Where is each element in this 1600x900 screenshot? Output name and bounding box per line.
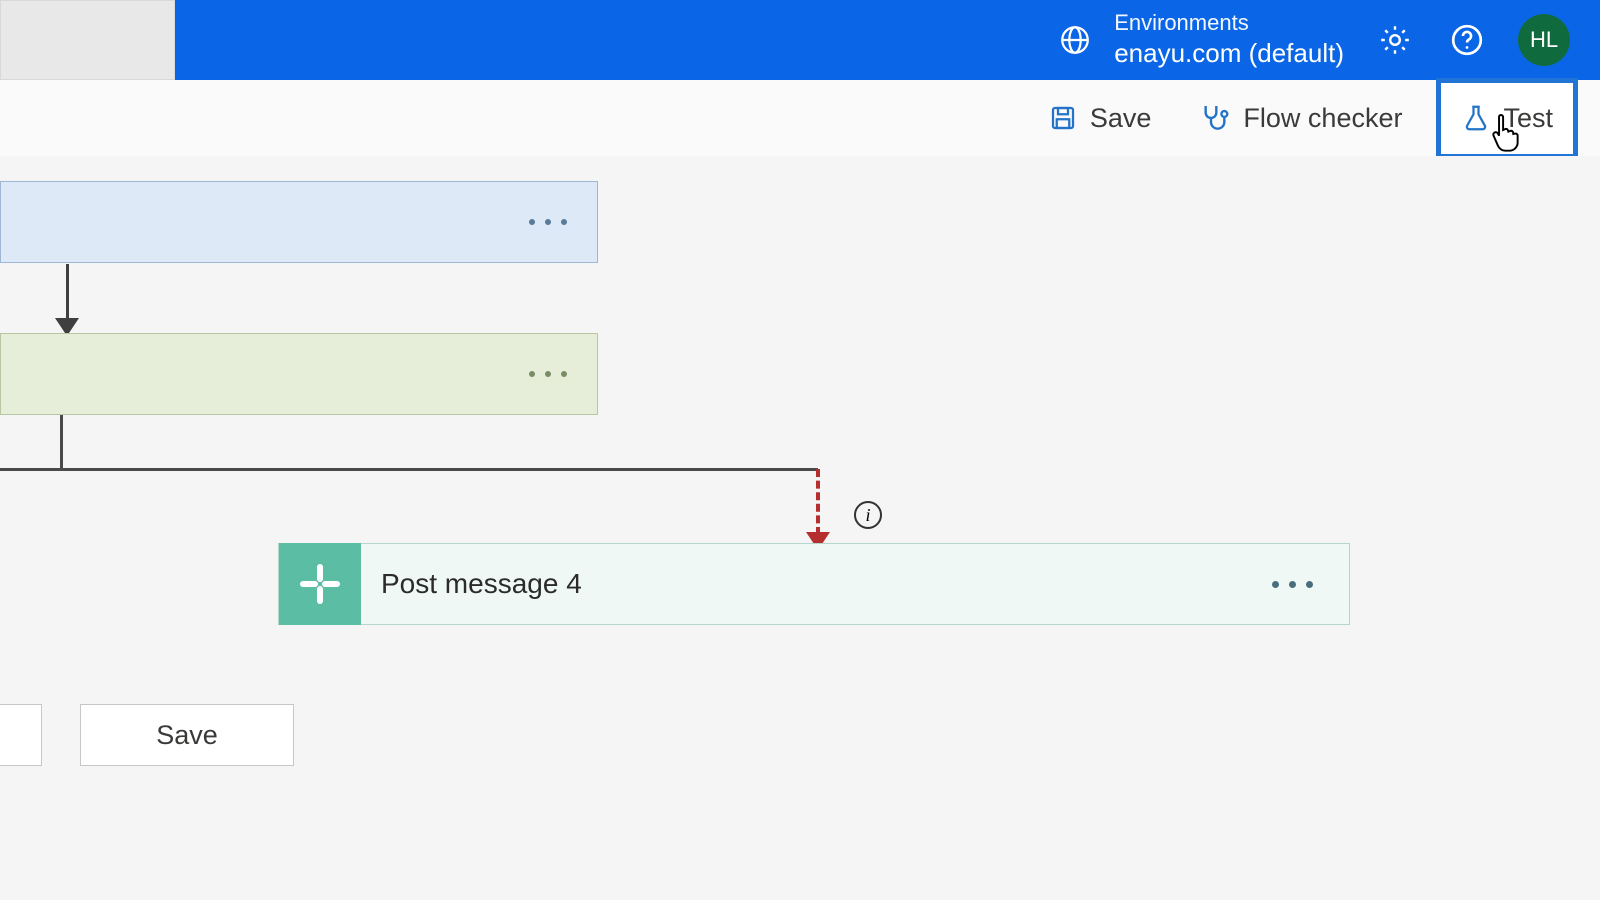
- action-title: Post message 4: [381, 568, 1272, 600]
- gear-icon[interactable]: [1374, 19, 1416, 61]
- ellipsis-icon[interactable]: [1272, 581, 1313, 588]
- connector-dashed-line: [816, 469, 820, 535]
- partial-button[interactable]: [0, 704, 42, 766]
- save-button[interactable]: Save: [1034, 93, 1166, 144]
- footer-actions: Save: [0, 704, 294, 766]
- info-icon[interactable]: i: [854, 501, 882, 529]
- flow-action-card[interactable]: Post message 4: [278, 543, 1350, 625]
- flow-checker-label: Flow checker: [1243, 103, 1402, 134]
- environment-name: enayu.com (default): [1114, 37, 1344, 71]
- save-button-footer[interactable]: Save: [80, 704, 294, 766]
- flow-step-card[interactable]: [0, 333, 598, 415]
- connector-line: [0, 468, 818, 471]
- stethoscope-icon: [1199, 102, 1231, 134]
- help-icon[interactable]: [1446, 19, 1488, 61]
- ellipsis-icon[interactable]: [529, 219, 567, 225]
- connector-arrow-icon: [55, 264, 79, 336]
- ellipsis-icon[interactable]: [529, 371, 567, 377]
- editor-toolbar: Save Flow checker Test: [0, 80, 1600, 156]
- flow-step-card[interactable]: [0, 181, 598, 263]
- save-icon: [1048, 103, 1078, 133]
- flask-icon: [1461, 103, 1491, 133]
- app-header: Environments enayu.com (default) HL: [0, 0, 1600, 80]
- save-label: Save: [1090, 103, 1152, 134]
- save-label: Save: [156, 720, 218, 751]
- environment-selector[interactable]: Environments enayu.com (default): [1054, 9, 1344, 71]
- globe-icon: [1054, 19, 1096, 61]
- header-right: Environments enayu.com (default) HL: [1054, 9, 1600, 71]
- search-area[interactable]: [0, 0, 175, 80]
- flow-canvas[interactable]: i Post message 4 Save: [0, 156, 1600, 900]
- avatar[interactable]: HL: [1518, 14, 1570, 66]
- slack-icon: [279, 543, 361, 625]
- environments-label: Environments: [1114, 9, 1344, 38]
- test-label: Test: [1503, 103, 1553, 134]
- test-button[interactable]: Test: [1436, 78, 1578, 159]
- flow-checker-button[interactable]: Flow checker: [1185, 92, 1416, 144]
- connector-line: [60, 415, 63, 471]
- avatar-initials: HL: [1530, 27, 1558, 53]
